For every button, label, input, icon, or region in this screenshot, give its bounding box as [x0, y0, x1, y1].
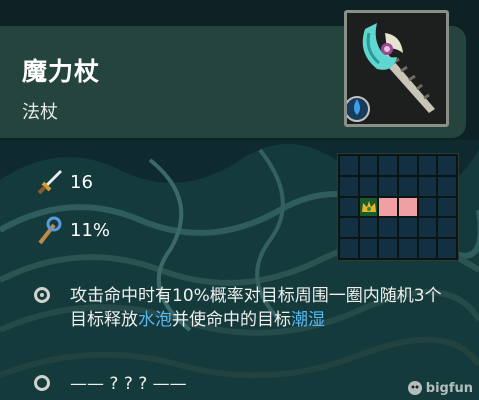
grid-cell — [340, 197, 358, 217]
grid-cell — [418, 176, 437, 196]
effect-keyword: 水泡 — [138, 310, 172, 330]
grid-cell-self — [359, 197, 378, 217]
bigfun-logo-icon — [407, 381, 422, 395]
watermark-text: bigfun — [425, 380, 473, 396]
watermark: bigfun — [407, 380, 473, 396]
grid-cell — [340, 176, 358, 196]
effect-row: 攻击命中时有10%概率对目标周围一圈内随机3个目标释放水泡并使命中的目标潮湿 — [34, 284, 450, 332]
effect-text-segment: —— ? ? ? —— — [70, 374, 187, 394]
grid-cell — [340, 156, 358, 175]
grid-cell — [418, 197, 437, 217]
effect-locked-text: —— ? ? ? —— — [70, 372, 450, 396]
attack-range-grid — [337, 153, 459, 261]
grid-cell — [359, 218, 378, 238]
grid-cell-hit — [379, 197, 397, 217]
grid-cell — [359, 239, 378, 258]
grid-cell — [379, 176, 397, 196]
effect-bullet-icon — [34, 375, 50, 391]
grid-cell — [379, 239, 397, 258]
grid-cell — [438, 218, 456, 238]
grid-cell — [398, 239, 417, 258]
grid-cell — [438, 197, 456, 217]
attack-stat: 16 — [34, 168, 93, 196]
grid-cell — [340, 218, 358, 238]
grid-cell — [438, 156, 456, 175]
effect-description: 攻击命中时有10%概率对目标周围一圈内随机3个目标释放水泡并使命中的目标潮湿 — [70, 284, 450, 332]
item-type: 法杖 — [22, 102, 58, 123]
item-icon-frame — [344, 10, 449, 127]
effect-bullet-icon — [34, 287, 50, 303]
grid-cell — [438, 239, 456, 258]
grid-cell — [379, 218, 397, 238]
grid-cell — [418, 218, 437, 238]
effect-text-segment: 并使命中的目标 — [172, 310, 291, 330]
grid-cell — [359, 156, 378, 175]
grid-cell — [418, 156, 437, 175]
item-tooltip: 魔力杖 法杖 16 11% 攻击命中时有10%概率对目标周围一圈内随机3个目标释… — [0, 0, 479, 400]
magic-staff-icon — [347, 23, 435, 122]
effect-keyword: 潮湿 — [291, 310, 325, 330]
item-name: 魔力杖 — [22, 57, 101, 86]
crit-stat: 11% — [34, 216, 111, 245]
grid-cell — [359, 176, 378, 196]
effect-row-locked: —— ? ? ? —— — [34, 372, 450, 396]
grid-cell-hit — [398, 197, 417, 217]
grid-cell — [398, 156, 417, 175]
staff-crit-icon — [38, 216, 62, 245]
grid-cell — [340, 239, 358, 258]
grid-cell — [438, 176, 456, 196]
crit-value: 11% — [70, 219, 111, 241]
attack-value: 16 — [70, 171, 93, 193]
grid-cell — [398, 176, 417, 196]
grid-cell — [418, 239, 437, 258]
sword-icon — [37, 170, 62, 195]
grid-cell — [398, 218, 417, 238]
grid-cell — [379, 156, 397, 175]
crown-icon — [361, 200, 376, 212]
